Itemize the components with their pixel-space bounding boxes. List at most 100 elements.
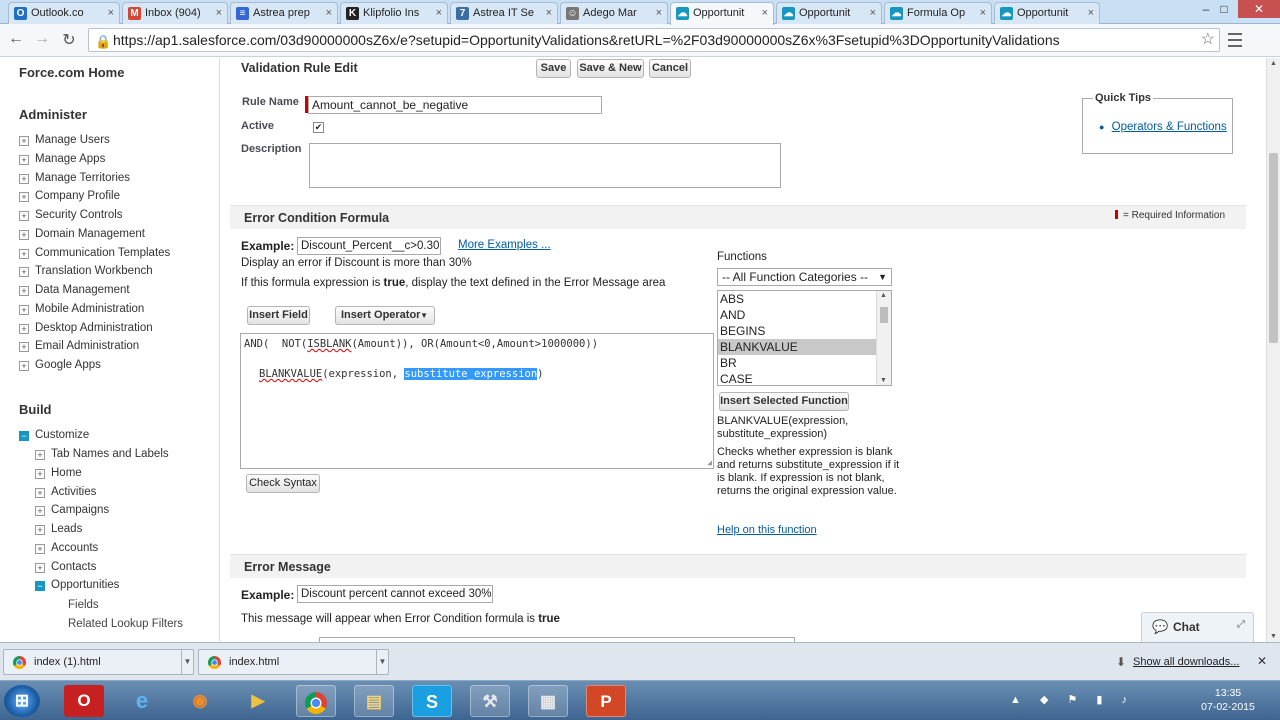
expand-icon[interactable]: + — [35, 487, 45, 498]
expand-icon[interactable]: + — [35, 468, 45, 479]
browser-tab[interactable]: ☁ Opportunit × — [670, 2, 774, 25]
tab-close-icon[interactable]: × — [1088, 3, 1094, 23]
sidebar-item[interactable]: + Translation Workbench — [19, 265, 153, 278]
sidebar-item[interactable]: + Desktop Administration — [19, 322, 153, 334]
sidebar-customize-item[interactable]: + Contacts — [35, 561, 96, 573]
scroll-down-icon[interactable]: ▼ — [880, 377, 887, 384]
sidebar-item[interactable]: + Mobile Administration — [19, 303, 144, 315]
forward-button[interactable]: → — [31, 30, 53, 48]
browser-tab[interactable]: M Inbox (904) × — [122, 2, 228, 24]
expand-icon[interactable]: + — [19, 267, 29, 278]
chat-widget[interactable]: 💬 Chat ⤢ — [1141, 612, 1254, 642]
active-checkbox[interactable]: ✔ — [313, 122, 324, 133]
browser-tab[interactable]: ≡ Astrea prep × — [230, 2, 338, 24]
operators-functions-link[interactable]: Operators & Functions — [1112, 121, 1227, 133]
maximize-button[interactable]: □ — [1210, 0, 1238, 18]
expand-icon[interactable]: + — [19, 229, 29, 240]
browser-menu-icon[interactable] — [1226, 29, 1244, 51]
sidebar-item[interactable]: + Email Administration — [19, 340, 139, 353]
expand-icon[interactable]: + — [35, 450, 45, 460]
download-item[interactable]: index.html ▼ — [198, 649, 389, 675]
scroll-up-icon[interactable]: ▲ — [880, 292, 887, 299]
calculator-icon[interactable]: ▦ — [528, 685, 568, 717]
function-category-select[interactable]: -- All Function Categories -- ▼ — [717, 268, 892, 286]
tab-close-icon[interactable]: × — [326, 3, 332, 23]
address-bar[interactable]: 🔒 https://ap1.salesforce.com/03d90000000… — [88, 28, 1220, 52]
browser-tab[interactable]: ☁ Opportunit × — [776, 2, 882, 24]
expand-icon[interactable]: + — [19, 304, 29, 315]
function-option[interactable]: BEGINS — [718, 323, 877, 339]
expand-icon[interactable]: + — [35, 525, 45, 535]
browser-tab[interactable]: ☁ Opportunit × — [994, 2, 1100, 24]
tab-close-icon[interactable]: × — [656, 3, 662, 23]
formula-editor[interactable]: AND( NOT(ISBLANK(Amount)), OR(Amount<0,A… — [240, 333, 714, 469]
sidebar-item[interactable]: + Manage Apps — [19, 153, 105, 165]
start-button[interactable]: ⊞ — [4, 685, 40, 717]
tab-close-icon[interactable]: × — [762, 3, 768, 23]
sidebar-item-customize[interactable]: − Customize — [19, 429, 89, 441]
sidebar-customize-item[interactable]: + Activities — [35, 486, 96, 498]
chat-popout-icon[interactable]: ⤢ — [1237, 619, 1245, 630]
functions-scrollbar[interactable]: ▲ ▼ — [876, 291, 891, 385]
tab-close-icon[interactable]: × — [216, 3, 222, 23]
expand-icon[interactable]: + — [19, 173, 29, 184]
function-option[interactable]: BLANKVALUE — [718, 339, 877, 355]
function-option[interactable]: CASE — [718, 371, 877, 385]
app-icon[interactable]: ⚒ — [470, 685, 510, 717]
sidebar-item[interactable]: + Company Profile — [19, 190, 120, 203]
browser-tab[interactable]: 7 Astrea IT Se × — [450, 2, 558, 24]
insert-field-button[interactable]: Insert Field — [247, 306, 310, 325]
expand-icon[interactable]: + — [35, 543, 45, 554]
download-menu-arrow-icon[interactable]: ▼ — [376, 650, 388, 674]
expand-icon[interactable]: + — [35, 562, 45, 573]
check-syntax-button[interactable]: Check Syntax — [246, 474, 320, 493]
close-window-button[interactable]: ✕ — [1238, 0, 1280, 18]
tab-close-icon[interactable]: × — [546, 3, 552, 23]
insert-operator-button[interactable]: Insert Operator ▼ — [335, 306, 435, 325]
rule-name-input[interactable]: Amount_cannot_be_negative — [308, 96, 602, 114]
expand-icon[interactable]: + — [19, 248, 29, 259]
cancel-button[interactable]: Cancel — [649, 59, 691, 78]
expand-icon[interactable]: + — [19, 361, 29, 371]
expand-icon[interactable]: + — [19, 154, 29, 165]
expand-icon[interactable]: + — [19, 211, 29, 221]
resize-handle-icon[interactable]: ◢ — [707, 458, 712, 467]
expand-icon[interactable]: + — [19, 192, 29, 203]
sidebar-item[interactable]: + Manage Territories — [19, 172, 130, 184]
expand-icon[interactable]: + — [19, 342, 29, 353]
sidebar-item[interactable]: + Domain Management — [19, 228, 145, 240]
reload-button[interactable]: ↻ — [58, 30, 80, 50]
save-button[interactable]: Save — [536, 59, 571, 78]
expand-icon[interactable]: + — [19, 136, 29, 146]
sidebar-item[interactable]: + Google Apps — [19, 359, 101, 371]
powerpoint-icon[interactable]: P — [586, 685, 626, 717]
media-player-icon[interactable]: ▶ — [238, 685, 278, 717]
skype-icon[interactable]: S — [412, 685, 452, 717]
firefox-icon[interactable]: ◉ — [180, 685, 220, 717]
force-home-link[interactable]: Force.com Home — [19, 65, 124, 80]
expand-icon[interactable]: + — [19, 323, 29, 334]
bookmark-star-icon[interactable]: ☆ — [1201, 29, 1215, 51]
tab-close-icon[interactable]: × — [980, 3, 986, 23]
page-scroll-thumb[interactable] — [1269, 153, 1278, 343]
file-explorer-icon[interactable]: ▤ — [354, 685, 394, 717]
internet-explorer-icon[interactable]: e — [122, 685, 162, 717]
chrome-taskbar-icon[interactable] — [296, 685, 336, 717]
sidebar-customize-item[interactable]: + Campaigns — [35, 504, 109, 517]
sidebar-opportunity-item[interactable]: Fields — [68, 599, 99, 611]
collapse-icon[interactable]: − — [35, 581, 45, 592]
close-shelf-icon[interactable]: ✕ — [1257, 654, 1267, 668]
opera-icon[interactable]: O — [64, 685, 104, 717]
page-scrollbar[interactable]: ▲ ▼ — [1266, 58, 1280, 642]
sidebar-customize-item[interactable]: + Home — [35, 467, 82, 479]
sidebar-customize-item[interactable]: + Leads — [35, 523, 82, 535]
tab-close-icon[interactable]: × — [436, 3, 442, 23]
sidebar-item[interactable]: + Data Management — [19, 284, 130, 296]
expand-icon[interactable]: + — [19, 286, 29, 296]
save-new-button[interactable]: Save & New — [577, 59, 644, 78]
description-textarea[interactable] — [309, 143, 781, 188]
function-option[interactable]: BR — [718, 355, 877, 371]
sidebar-item[interactable]: + Communication Templates — [19, 247, 170, 259]
more-examples-link[interactable]: More Examples ... — [458, 239, 551, 251]
tab-close-icon[interactable]: × — [108, 3, 114, 23]
